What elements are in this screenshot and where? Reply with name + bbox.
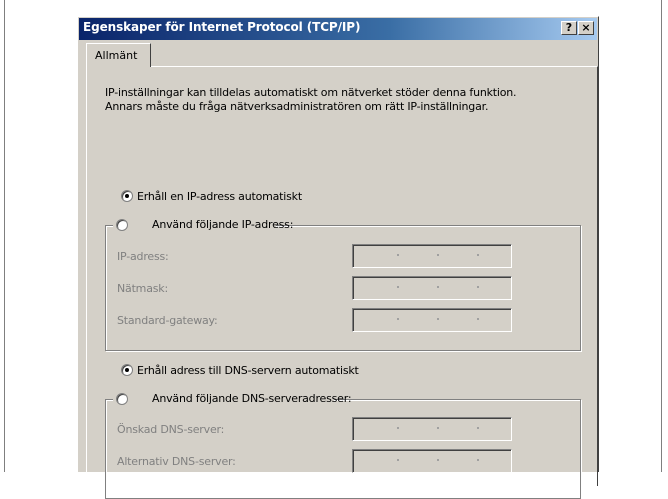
octet-dot <box>397 318 399 320</box>
radio-selected-dot <box>125 368 129 372</box>
ip-manual-radio[interactable] <box>116 219 128 231</box>
help-button[interactable]: ? <box>561 21 577 35</box>
tab-panel-general: IP-inställningar kan tilldelas automatis… <box>86 66 598 499</box>
default-gateway-field[interactable] <box>352 308 512 332</box>
octet-dot <box>477 427 479 429</box>
ip-manual-legend: Använd följande IP-adress: <box>113 218 293 232</box>
dns-manual-radio[interactable] <box>116 393 128 405</box>
ip-address-field[interactable] <box>352 244 512 268</box>
octet-dot <box>397 459 399 461</box>
octet-dot <box>437 318 439 320</box>
ip-address-label: IP-adress: <box>117 250 169 263</box>
help-icon: ? <box>565 21 573 34</box>
tab-general[interactable]: Allmänt <box>86 43 151 67</box>
octet-dot <box>397 427 399 429</box>
subnet-mask-field[interactable] <box>352 276 512 300</box>
close-icon: × <box>581 21 591 34</box>
dns-manual-label[interactable]: Använd följande DNS-serveradresser: <box>136 392 352 405</box>
intro-text: IP-inställningar kan tilldelas automatis… <box>105 86 517 113</box>
alternate-dns-field[interactable] <box>352 449 512 473</box>
title-bar[interactable]: Egenskaper för Internet Protocol (TCP/IP… <box>79 18 597 40</box>
preferred-dns-label: Önskad DNS-server: <box>117 423 225 436</box>
octet-dot <box>477 318 479 320</box>
octet-dot <box>397 254 399 256</box>
dns-auto-label[interactable]: Erhåll adress till DNS-servern automatis… <box>137 364 359 377</box>
octet-dot <box>477 286 479 288</box>
dns-manual-legend: Använd följande DNS-serveradresser: <box>113 392 352 406</box>
octet-dot <box>437 286 439 288</box>
alternate-dns-label: Alternativ DNS-server: <box>117 455 236 468</box>
octet-dot <box>397 286 399 288</box>
radio-selected-dot <box>125 194 129 198</box>
ip-auto-radio[interactable] <box>121 190 133 202</box>
dns-auto-radio[interactable] <box>121 364 133 376</box>
close-button[interactable]: × <box>578 21 594 35</box>
preferred-dns-field[interactable] <box>352 417 512 441</box>
subnet-mask-label: Nätmask: <box>117 282 168 295</box>
dialog-title: Egenskaper för Internet Protocol (TCP/IP… <box>83 20 361 34</box>
tcpip-properties-dialog: Egenskaper för Internet Protocol (TCP/IP… <box>77 16 599 499</box>
window-frame-right <box>661 0 662 472</box>
octet-dot <box>437 459 439 461</box>
ip-auto-label[interactable]: Erhåll en IP-adress automatiskt <box>137 190 302 203</box>
octet-dot <box>437 254 439 256</box>
tab-general-label: Allmänt <box>95 49 138 62</box>
octet-dot <box>477 459 479 461</box>
window-frame-left <box>4 0 5 472</box>
ip-manual-label[interactable]: Använd följande IP-adress: <box>136 218 293 231</box>
octet-dot <box>437 427 439 429</box>
default-gateway-label: Standard-gateway: <box>117 314 218 327</box>
octet-dot <box>477 254 479 256</box>
